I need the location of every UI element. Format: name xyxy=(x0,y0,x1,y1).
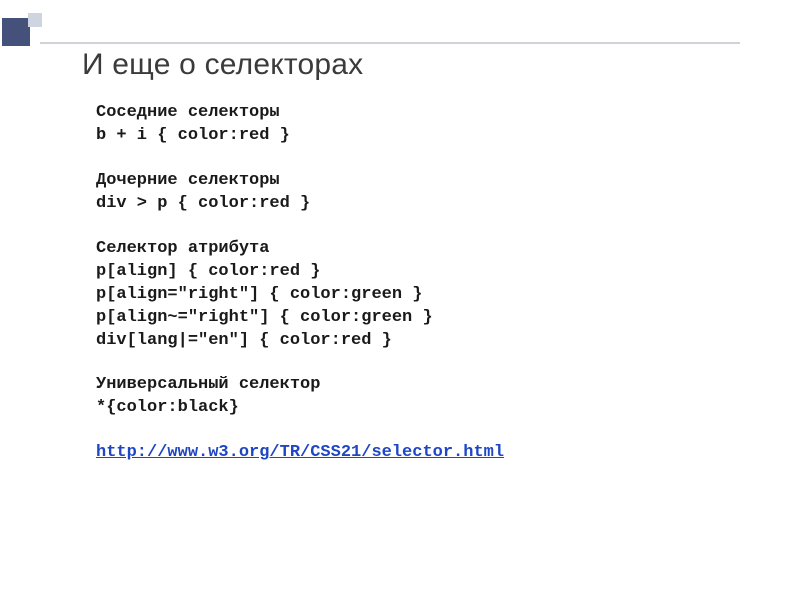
code-line: div > p { color:red } xyxy=(96,193,740,216)
section-heading: Селектор атрибута xyxy=(96,238,740,261)
code-line: p[align~="right"] { color:green } xyxy=(96,307,740,330)
reference-link[interactable]: http://www.w3.org/TR/CSS21/selector.html xyxy=(96,443,504,462)
section-attribute: Селектор атрибута p[align] { color:red }… xyxy=(96,238,740,353)
reference-link-block: http://www.w3.org/TR/CSS21/selector.html xyxy=(96,442,740,465)
code-line: p[align="right"] { color:green } xyxy=(96,284,740,307)
section-heading: Универсальный селектор xyxy=(96,374,740,397)
header-rule xyxy=(40,42,740,44)
section-child: Дочерние селекторы div > p { color:red } xyxy=(96,170,740,216)
square-large-icon xyxy=(2,18,30,46)
section-universal: Универсальный селектор *{color:black} xyxy=(96,374,740,420)
square-small-icon xyxy=(28,13,42,27)
code-line: p[align] { color:red } xyxy=(96,261,740,284)
slide-body: Соседние селекторы b + i { color:red } Д… xyxy=(96,102,740,465)
code-line: div[lang|="en"] { color:red } xyxy=(96,330,740,353)
section-adjacent: Соседние селекторы b + i { color:red } xyxy=(96,102,740,148)
slide: И еще о селекторах Соседние селекторы b … xyxy=(0,0,800,600)
slide-title: И еще о селекторах xyxy=(82,48,363,82)
code-line: b + i { color:red } xyxy=(96,125,740,148)
section-heading: Соседние селекторы xyxy=(96,102,740,125)
code-line: *{color:black} xyxy=(96,397,740,420)
section-heading: Дочерние селекторы xyxy=(96,170,740,193)
